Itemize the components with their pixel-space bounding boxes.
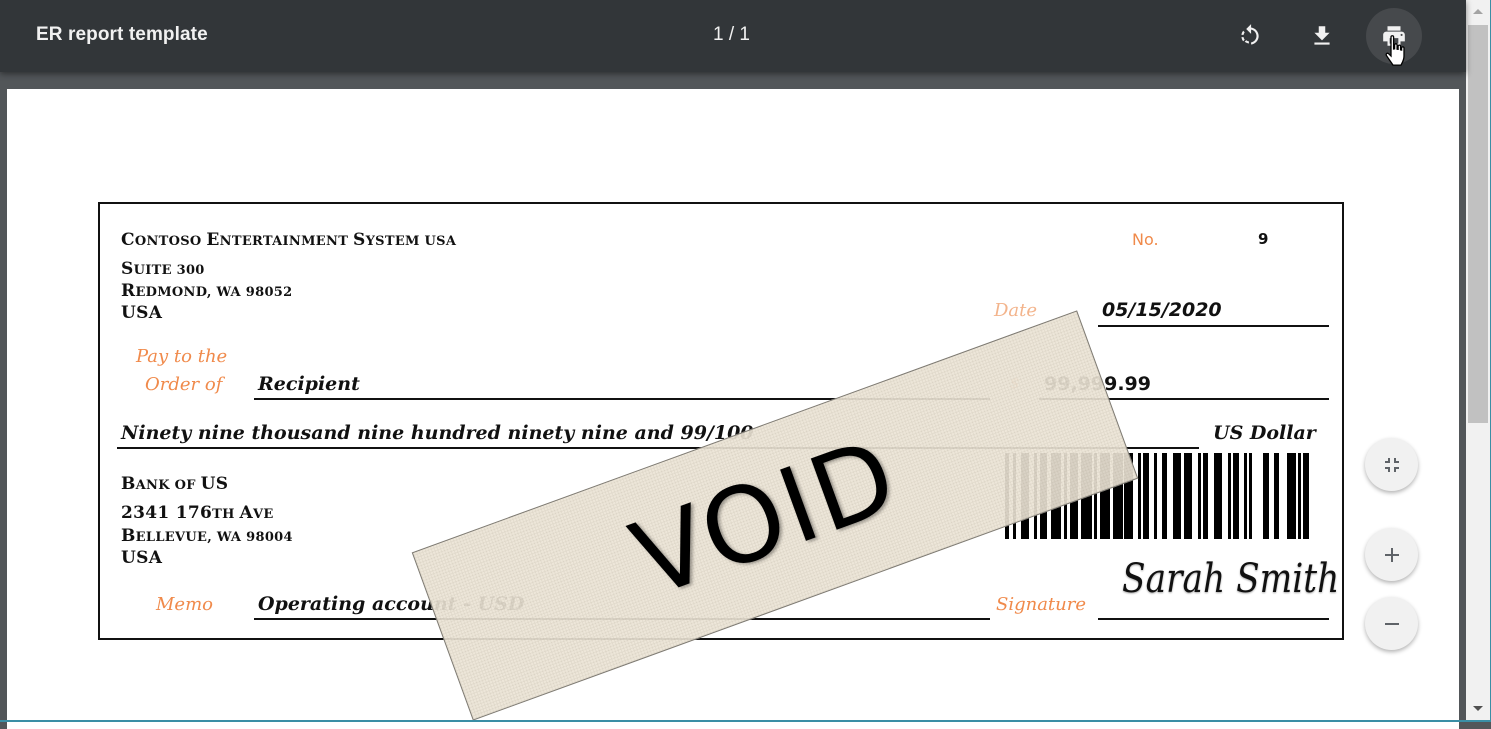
order-of-label: Order of [145,374,223,395]
date-underline [1098,325,1329,327]
signature-label: Signature [996,594,1087,615]
currency-label: US Dollar [1213,422,1316,444]
payer-name: CONTOSO ENTERTAINMENT SYSTEM USA [121,230,457,250]
zoom-out-button[interactable] [1365,597,1418,650]
barcode-bar [1198,453,1201,539]
bank-address-line4: USA [121,548,163,568]
hand-cursor-icon [1385,35,1405,66]
zoom-in-button[interactable] [1365,528,1418,581]
signature-underline [1098,618,1329,620]
payee-name: Recipient [258,373,360,395]
barcode-bar [1303,453,1309,539]
payer-address-line2: SUITE 300 [121,259,205,279]
zoom-out-icon [1384,622,1399,625]
barcode-bar [1263,453,1269,539]
document-viewer: CONTOSO ENTERTAINMENT SYSTEM USA SUITE 3… [0,72,1466,729]
pdf-toolbar: ER report template 1 / 1 [0,0,1466,72]
barcode-bar [1298,453,1301,539]
barcode-bar [1214,453,1222,539]
scroll-up-arrow-icon[interactable] [1473,9,1483,14]
document-title: ER report template [36,24,208,45]
barcode-bar [1233,453,1239,539]
payer-address-line3: REDMOND, WA 98052 [121,281,293,301]
barcode-bar [1173,453,1181,539]
download-icon [1314,26,1330,45]
page-indicator: 1 / 1 [713,24,750,45]
fit-to-page-icon [1384,457,1399,472]
barcode-bar [1162,453,1167,539]
barcode-bar [1228,453,1231,539]
amount-in-words: Ninety nine thousand nine hundred ninety… [121,422,754,444]
zoom-in-icon [1384,547,1399,562]
barcode-bar [1274,453,1279,539]
barcode-bar [1184,453,1192,539]
download-button[interactable] [1294,8,1350,64]
pdf-page: CONTOSO ENTERTAINMENT SYSTEM USA SUITE 3… [7,89,1459,729]
rotate-button[interactable] [1222,8,1278,64]
barcode-bar [1154,453,1157,539]
bank-name: BANK OF US [121,474,229,494]
payer-address-line4: USA [121,303,163,323]
barcode-bar [1249,453,1252,539]
barcode-bar [1244,453,1247,539]
check-number: 9 [1258,230,1269,248]
barcode-bar [1203,453,1208,539]
pay-to-label: Pay to the [136,346,228,367]
vertical-scrollbar[interactable] [1466,0,1490,722]
scroll-down-arrow-icon[interactable] [1473,706,1483,711]
barcode-bar [1287,453,1296,539]
barcode-bar [1143,453,1149,539]
date-label: Date [994,300,1038,321]
barcode-bar [1138,453,1141,539]
date-value: 05/15/2020 [1102,299,1222,321]
bank-address-line3: BELLEVUE, WA 98004 [121,526,293,546]
fit-to-page-button[interactable] [1365,438,1418,491]
rotate-icon [1241,24,1259,45]
signature-image: Sarah Smith [1122,556,1340,602]
memo-label: Memo [156,594,213,615]
bank-address-line2: 2341 176TH AVE [121,503,274,523]
scrollbar-thumb[interactable] [1468,25,1488,423]
check-number-label: No. [1132,230,1159,249]
